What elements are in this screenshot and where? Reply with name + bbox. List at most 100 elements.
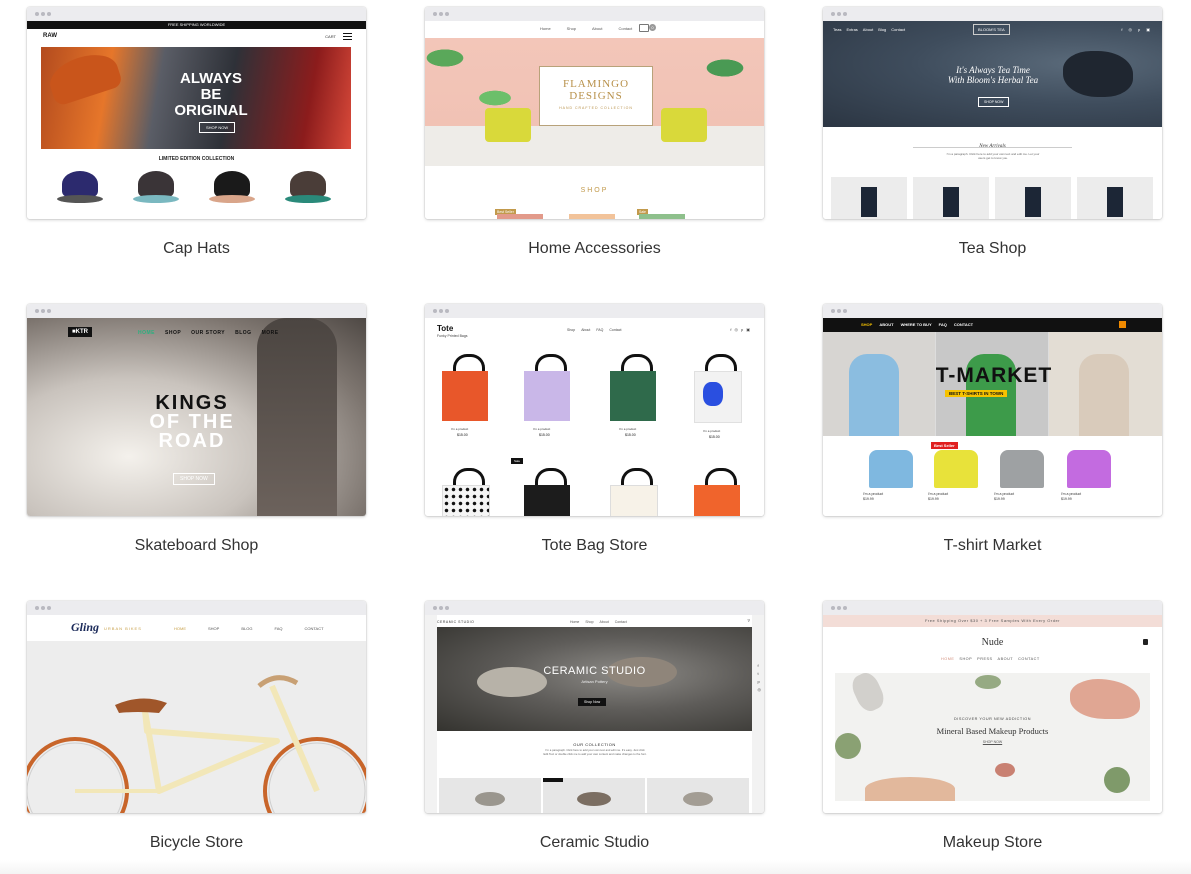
- template-card-tshirt-market[interactable]: SHOP ABOUT WHERE TO BUY FAQ CONTACT T-MARKET…: [823, 304, 1162, 516]
- site-logo: Gling: [71, 620, 100, 634]
- instagram-icon: ◎: [1128, 27, 1132, 32]
- section-blurb: I'm a paragraph. Click here to add your …: [543, 748, 647, 756]
- template-caption-cap-hats[interactable]: Cap Hats: [27, 240, 366, 258]
- site-nav: HOME SHOP OUR STORY BLOG MORE: [138, 330, 279, 336]
- template-caption-tote-bag-store[interactable]: Tote Bag Store: [425, 537, 764, 555]
- site-logo: Nude: [981, 637, 1004, 648]
- hero-eyebrow: DISCOVER YOUR NEW ADDICTION: [954, 717, 1031, 721]
- product-pillow-2: [569, 214, 615, 219]
- product-tile: [647, 778, 749, 813]
- best-seller-tag: Best Seller: [931, 442, 958, 449]
- site-logo: CERAMIC STUDIO: [437, 620, 475, 624]
- template-preview: Teas Extras About Blog Contact BLOOM'S TEA f…: [823, 21, 1162, 219]
- template-caption-home-accessories[interactable]: Home Accessories: [425, 240, 764, 258]
- swatch-peach: [865, 777, 955, 801]
- cart-icon: [639, 24, 649, 32]
- product-tile: I'm a product $15.00: [517, 354, 577, 437]
- product-cap-3: [209, 171, 255, 211]
- hero-subheading: Artisan Pottery: [581, 679, 608, 684]
- product-pillow-1: [497, 214, 543, 219]
- template-preview: Free Shipping Over $30 + 3 Free Samples …: [823, 615, 1162, 813]
- page-bottom-fade: [0, 860, 1191, 874]
- browser-chrome: [27, 601, 366, 615]
- template-caption-tshirt-market[interactable]: T-shirt Market: [823, 537, 1162, 555]
- template-preview: ■KTR HOME SHOP OUR STORY BLOG MORE KINGS OF …: [27, 318, 366, 516]
- browser-chrome: [823, 304, 1162, 318]
- template-caption-bicycle-store[interactable]: Bicycle Store: [27, 834, 366, 852]
- product-card-2: [913, 177, 989, 219]
- template-caption-tea-shop[interactable]: Tea Shop: [823, 240, 1162, 258]
- hero-title: FLAMINGO DESIGNS: [562, 78, 630, 102]
- pillow-left: [485, 108, 531, 142]
- product-tile: [687, 468, 747, 516]
- site-nav: Teas Extras About Blog Contact: [833, 27, 906, 32]
- hero-image: FLAMINGO DESIGNS HAND CRAFTED COLLECTION: [425, 38, 764, 166]
- hero-image: T-MARKET BEST T-SHIRTS IN TOWN: [823, 332, 1162, 436]
- product-tile: [603, 468, 663, 516]
- browser-chrome: [425, 304, 764, 318]
- product-tile: [439, 778, 541, 813]
- template-preview: Gling URBAN BIKES HOME SHOP BLOG FAQ CONTACT: [27, 615, 366, 813]
- template-card-makeup-store[interactable]: Free Shipping Over $30 + 3 Free Samples …: [823, 601, 1162, 813]
- product-pillow-3: [639, 214, 685, 219]
- template-card-ceramic-studio[interactable]: CERAMIC STUDIO Home Shop About Contact ▿ CE…: [425, 601, 764, 813]
- site-nav: HOME SHOP BLOG FAQ CONTACT: [174, 626, 324, 631]
- template-preview: CERAMIC STUDIO Home Shop About Contact ▿ CE…: [425, 615, 764, 813]
- cart-icon: ▿: [747, 618, 750, 624]
- swatch-rose: [995, 763, 1015, 777]
- section-blurb: I'm a paragraph. Click here to add your …: [946, 152, 1040, 160]
- hero-heading: It's Always Tea Time With Bloom's Herbal …: [947, 65, 1039, 85]
- product-tile: [435, 468, 495, 516]
- site-logo: BLOOM'S TEA: [973, 24, 1010, 35]
- product-tile: I'm a product $15.00: [603, 354, 663, 437]
- template-caption-skateboard-shop[interactable]: Skateboard Shop: [27, 537, 366, 555]
- sofa: [425, 126, 764, 166]
- model-silhouette: [257, 318, 337, 516]
- site-nav: Home Shop About Contact: [570, 620, 627, 624]
- product-cap-1: [57, 171, 103, 211]
- social-icons: f t p ◎: [757, 663, 762, 692]
- template-card-bicycle-store[interactable]: Gling URBAN BIKES HOME SHOP BLOG FAQ CONTACT: [27, 601, 366, 813]
- template-card-tote-bag-store[interactable]: Tote Funky Printed Bags Shop About FAQ Cont…: [425, 304, 764, 516]
- section-heading: LIMITED EDITION COLLECTION: [158, 156, 235, 162]
- hero-shop-button: SHOP NOW: [173, 473, 215, 485]
- product-tile: I'm a product $19.99: [863, 450, 919, 501]
- product-card-1: [831, 177, 907, 219]
- site-nav: Home Shop About Contact: [540, 26, 633, 31]
- pillow-right: [661, 108, 707, 142]
- hero-shop-button: SHOP NOW: [199, 122, 236, 133]
- site-logo: Tote: [437, 324, 454, 333]
- site-logo: ■KTR: [68, 327, 92, 337]
- template-card-home-accessories[interactable]: Home Shop About Contact 0 FLAMINGO DESIGNS H…: [425, 7, 764, 219]
- template-card-tea-shop[interactable]: Teas Extras About Blog Contact BLOOM'S TEA f…: [823, 7, 1162, 219]
- browser-chrome: [27, 304, 366, 318]
- browser-chrome: [425, 601, 764, 615]
- site-header: SHOP ABOUT WHERE TO BUY FAQ CONTACT: [823, 318, 1162, 332]
- product-card-4: [1077, 177, 1153, 219]
- template-caption-makeup-store[interactable]: Makeup Store: [823, 834, 1162, 852]
- template-card-cap-hats[interactable]: FREE SHIPPING WORLDWIDE RAW CART ALWAYS …: [27, 7, 366, 219]
- template-preview: FREE SHIPPING WORLDWIDE RAW CART ALWAYS …: [27, 21, 366, 219]
- hero-heading: Mineral Based Makeup Products: [936, 726, 1049, 736]
- cart-icon: [1143, 639, 1148, 645]
- divider: [913, 147, 1072, 148]
- site-logo-sub: URBAN BIKES: [104, 626, 142, 631]
- site-logo: RAW: [43, 33, 57, 39]
- hero-image: CERAMIC STUDIO Artisan Pottery Shop Now: [437, 627, 752, 731]
- template-caption-ceramic-studio[interactable]: Ceramic Studio: [425, 834, 764, 852]
- pigment-green-2: [835, 733, 861, 759]
- site-header: Gling URBAN BIKES HOME SHOP BLOG FAQ CONTACT: [27, 615, 366, 641]
- template-card-skateboard-shop[interactable]: ■KTR HOME SHOP OUR STORY BLOG MORE KINGS OF …: [27, 304, 366, 516]
- cap-shape: [44, 47, 124, 107]
- hero-heading: CERAMIC STUDIO: [543, 665, 646, 677]
- hero-image: DISCOVER YOUR NEW ADDICTION Mineral Base…: [835, 669, 1150, 801]
- pinterest-icon: p: [1137, 27, 1141, 32]
- template-preview: SHOP ABOUT WHERE TO BUY FAQ CONTACT T-MARKET…: [823, 318, 1162, 516]
- facebook-icon: f: [1121, 27, 1123, 32]
- product-tile: [543, 778, 645, 813]
- browser-chrome: [823, 601, 1162, 615]
- bicycle-illustration: [27, 675, 366, 813]
- site-tagline: Funky Printed Bags: [437, 334, 468, 338]
- social-icons: f ◎ p ▣: [1121, 27, 1150, 32]
- hero-subtitle: HAND CRAFTED COLLECTION: [559, 106, 633, 110]
